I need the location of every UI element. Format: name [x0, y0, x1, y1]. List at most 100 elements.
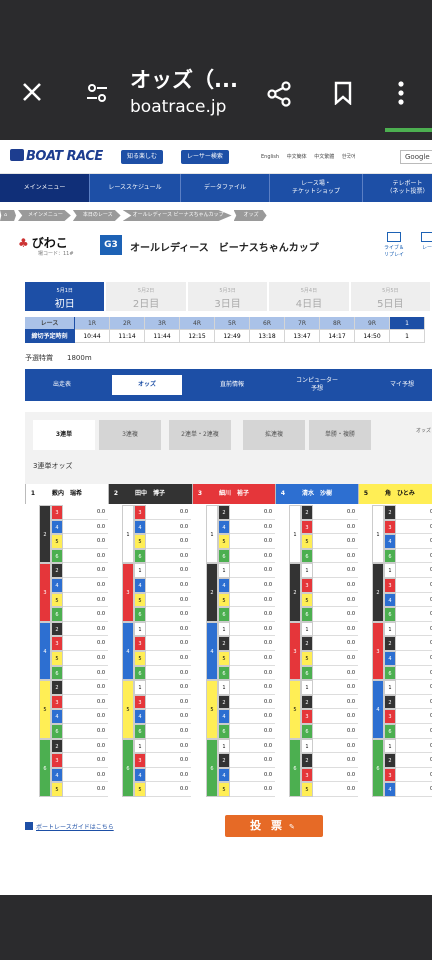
odds-value[interactable]: 0.0 [146, 520, 191, 535]
enjoy-link[interactable]: 知る楽しむ [121, 150, 164, 164]
info-tab[interactable]: コンピューター 予想 [280, 369, 354, 401]
odds-value[interactable]: 0.0 [230, 578, 275, 593]
odds-value[interactable]: 0.0 [313, 520, 358, 535]
odds-subtab[interactable]: 3連単 [33, 420, 95, 450]
racer-search-link[interactable]: レーサー検索 [181, 150, 229, 164]
odds-value[interactable]: 0.0 [313, 724, 358, 739]
odds-value[interactable]: 0.0 [63, 680, 108, 695]
nav-item[interactable]: レーススケジュール [90, 174, 181, 202]
nav-item[interactable]: レース場・ チケットショップ [270, 174, 363, 202]
odds-value[interactable]: 0.0 [146, 534, 191, 549]
odds-value[interactable]: 0.0 [230, 724, 275, 739]
odds-value[interactable]: 0.0 [230, 768, 275, 783]
odds-value[interactable]: 0.0 [313, 505, 358, 520]
odds-value[interactable]: 0.0 [63, 768, 108, 783]
odds-value[interactable]: 0.0 [396, 549, 432, 564]
info-tab[interactable]: 出走表 [25, 369, 99, 401]
day-tab[interactable]: 5月4日 4日目 [269, 282, 349, 311]
close-icon[interactable] [20, 80, 44, 104]
odds-value[interactable]: 0.0 [63, 636, 108, 651]
odds-value[interactable]: 0.0 [63, 520, 108, 535]
day-tab[interactable]: 5月5日 5日目 [350, 282, 431, 311]
day-tab[interactable]: 5月1日 初日 [25, 282, 105, 311]
race-number[interactable]: 7R [285, 317, 320, 330]
odds-value[interactable]: 0.0 [396, 593, 432, 608]
race-number[interactable]: 5R [215, 317, 250, 330]
odds-value[interactable]: 0.0 [63, 739, 108, 754]
race-number[interactable]: 8R [320, 317, 355, 330]
odds-value[interactable]: 0.0 [146, 505, 191, 520]
bet-button[interactable]: 投 票 ✎ [225, 815, 323, 837]
home-icon[interactable]: ⌂ [0, 210, 16, 221]
odds-value[interactable]: 0.0 [396, 753, 432, 768]
day-tab[interactable]: 5月3日 3日目 [187, 282, 268, 311]
info-tab[interactable]: 直前情報 [195, 369, 269, 401]
site-logo[interactable]: BOAT RACE [10, 149, 103, 164]
odds-value[interactable]: 0.0 [230, 709, 275, 724]
odds-value[interactable]: 0.0 [396, 563, 432, 578]
odds-value[interactable]: 0.0 [396, 520, 432, 535]
odds-value[interactable]: 0.0 [146, 563, 191, 578]
odds-value[interactable]: 0.0 [230, 753, 275, 768]
odds-value[interactable]: 0.0 [146, 680, 191, 695]
odds-value[interactable]: 0.0 [313, 563, 358, 578]
day-tab[interactable]: 5月2日 2日目 [106, 282, 186, 311]
odds-value[interactable]: 0.0 [396, 636, 432, 651]
odds-value[interactable]: 0.0 [313, 549, 358, 564]
odds-subtab[interactable]: 拡連複 [243, 420, 305, 450]
odds-value[interactable]: 0.0 [146, 739, 191, 754]
odds-value[interactable]: 0.0 [230, 666, 275, 681]
guide-link[interactable]: ボートレースガイドはこちら [25, 822, 114, 831]
odds-value[interactable]: 0.0 [313, 782, 358, 797]
odds-value[interactable]: 0.0 [396, 768, 432, 783]
odds-value[interactable]: 0.0 [146, 768, 191, 783]
race-number[interactable]: 1R [75, 317, 110, 330]
language-links[interactable]: English 中文簡体 中文繁體 한국어 [261, 153, 356, 160]
odds-value[interactable]: 0.0 [313, 534, 358, 549]
odds-value[interactable]: 0.0 [63, 549, 108, 564]
odds-value[interactable]: 0.0 [313, 739, 358, 754]
odds-value[interactable]: 0.0 [146, 622, 191, 637]
odds-value[interactable]: 0.0 [313, 753, 358, 768]
odds-value[interactable]: 0.0 [313, 651, 358, 666]
odds-value[interactable]: 0.0 [63, 505, 108, 520]
odds-value[interactable]: 0.0 [313, 709, 358, 724]
breadcrumb-item[interactable]: 本日のレース [72, 210, 121, 221]
odds-value[interactable]: 0.0 [230, 651, 275, 666]
odds-value[interactable]: 0.0 [313, 695, 358, 710]
odds-value[interactable]: 0.0 [230, 782, 275, 797]
race-number[interactable]: 4R [180, 317, 215, 330]
odds-value[interactable]: 0.0 [313, 607, 358, 622]
odds-value[interactable]: 0.0 [63, 753, 108, 768]
odds-value[interactable]: 0.0 [396, 666, 432, 681]
odds-value[interactable]: 0.0 [396, 534, 432, 549]
odds-value[interactable]: 0.0 [146, 651, 191, 666]
odds-value[interactable]: 0.0 [63, 593, 108, 608]
odds-value[interactable]: 0.0 [396, 607, 432, 622]
odds-value[interactable]: 0.0 [146, 753, 191, 768]
odds-value[interactable]: 0.0 [63, 724, 108, 739]
live-replay-link[interactable]: ライブ＆ リプレイ [380, 232, 408, 258]
odds-value[interactable]: 0.0 [230, 505, 275, 520]
odds-value[interactable]: 0.0 [396, 695, 432, 710]
odds-value[interactable]: 0.0 [63, 709, 108, 724]
breadcrumb-item[interactable]: メインメニュー [18, 210, 71, 221]
racer-link[interactable]: レー [417, 232, 432, 258]
odds-value[interactable]: 0.0 [313, 680, 358, 695]
odds-value[interactable]: 0.0 [230, 636, 275, 651]
odds-value[interactable]: 0.0 [63, 651, 108, 666]
odds-value[interactable]: 0.0 [146, 578, 191, 593]
odds-value[interactable]: 0.0 [146, 593, 191, 608]
odds-value[interactable]: 0.0 [63, 622, 108, 637]
odds-value[interactable]: 0.0 [230, 520, 275, 535]
odds-value[interactable]: 0.0 [313, 622, 358, 637]
odds-value[interactable]: 0.0 [396, 724, 432, 739]
odds-value[interactable]: 0.0 [63, 578, 108, 593]
odds-value[interactable]: 0.0 [396, 709, 432, 724]
odds-value[interactable]: 0.0 [230, 695, 275, 710]
odds-value[interactable]: 0.0 [63, 782, 108, 797]
odds-value[interactable]: 0.0 [63, 563, 108, 578]
odds-value[interactable]: 0.0 [146, 549, 191, 564]
odds-value[interactable]: 0.0 [396, 782, 432, 797]
odds-value[interactable]: 0.0 [230, 563, 275, 578]
